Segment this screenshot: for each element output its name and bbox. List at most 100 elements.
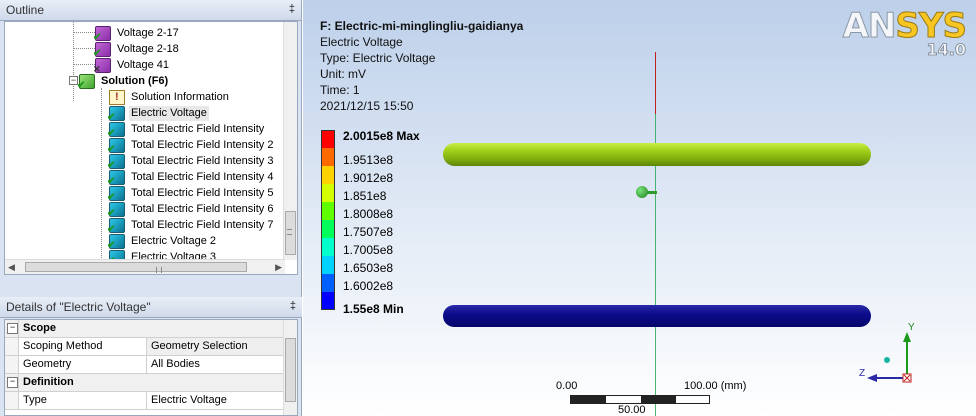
voltage-load-icon: ✕ — [93, 57, 111, 74]
legend-label: 1.7507e8 — [343, 225, 394, 239]
outline-header: Outline ‡ — [0, 0, 301, 21]
scrollbar-thumb[interactable] — [25, 262, 247, 273]
scale-bar: 0.00 100.00 (mm) 50.00 — [556, 380, 746, 416]
field-value[interactable]: Electric Voltage — [147, 392, 285, 409]
legend-label: 1.9513e8 — [343, 153, 394, 167]
result-icon: ✔ — [107, 185, 125, 203]
section-definition[interactable]: Definition — [5, 374, 285, 392]
details-header-wrap: Details of "Electric Voltage" ‡ — [0, 297, 302, 318]
scale-left-label: 0.00 — [556, 380, 578, 392]
analysis-title: F: Electric-mi-minglingliu-gaidianya — [320, 19, 524, 33]
tree-connector — [73, 64, 95, 65]
tree-item[interactable]: ✔ Voltage 2-17 — [93, 25, 181, 43]
scrollbar-grip-icon — [287, 229, 292, 235]
collapse-icon[interactable] — [5, 374, 19, 391]
legend-swatch — [321, 274, 335, 292]
ansys-logo: ANSYS 14.0 — [842, 6, 967, 60]
legend-swatch — [321, 220, 335, 238]
tree-item[interactable]: ✔ Total Electric Field Intensity 3 — [107, 153, 275, 171]
lower-conductor[interactable] — [443, 305, 871, 327]
legend-label: 1.851e8 — [343, 189, 387, 203]
field-label: Geometry — [19, 356, 147, 373]
details-title: Details of "Electric Voltage" — [6, 300, 151, 314]
upper-conductor[interactable] — [443, 143, 871, 166]
solution-icon: ✔ — [77, 73, 95, 91]
legend-swatch — [321, 184, 335, 202]
legend-swatch — [321, 256, 335, 274]
scroll-right-icon[interactable]: ▶ — [275, 262, 282, 273]
result-icon: ✔ — [107, 201, 125, 219]
outline-tree-panel: − ✔ Voltage 2-17 ✔ Voltage 2-18 ✕ Voltage 41 ✔… — [4, 21, 298, 275]
result-icon: ✔ — [107, 121, 125, 139]
graphics-viewport[interactable]: F: Electric-mi-minglingliu-gaidianya Ele… — [303, 0, 976, 416]
field-value[interactable]: Geometry Selection — [147, 338, 285, 355]
tree-item[interactable]: Solution Information — [109, 89, 231, 105]
tree-item[interactable]: ✔ Total Electric Field Intensity — [107, 121, 266, 139]
logo-ans: AN — [842, 6, 897, 47]
tree-item[interactable]: ✕ Voltage 41 — [93, 57, 171, 74]
legend-swatch — [321, 292, 335, 310]
legend-swatch — [321, 202, 335, 220]
pin-icon[interactable]: ‡ — [289, 3, 295, 15]
field-label: Scoping Method — [19, 338, 147, 355]
tree-item-label: Total Electric Field Intensity 5 — [131, 186, 274, 199]
scroll-left-icon[interactable]: ◀ — [8, 262, 15, 273]
result-icon: ✔ — [107, 105, 125, 123]
legend-label: 1.55e8 Min — [343, 302, 404, 316]
details-row-type[interactable]: Type Electric Voltage — [5, 392, 285, 410]
collapse-icon[interactable] — [5, 320, 19, 337]
result-icon: ✔ — [107, 153, 125, 171]
details-row-geometry[interactable]: Geometry All Bodies — [5, 356, 285, 374]
voltage-load-icon: ✔ — [93, 41, 111, 59]
details-row-scoping-method[interactable]: Scoping Method Geometry Selection — [5, 338, 285, 356]
triad-z-label: Z — [859, 368, 866, 379]
legend-label: 1.6002e8 — [343, 279, 394, 293]
details-header: Details of "Electric Voltage" ‡ — [0, 297, 302, 318]
legend-swatch — [321, 148, 335, 166]
tree-item-label: Solution Information — [131, 90, 229, 103]
scale-bar-ruler — [570, 395, 710, 404]
left-panel: Outline ‡ − ✔ Voltage 2-17 ✔ Voltage 2-18 ✕ V… — [0, 0, 302, 416]
pin-icon[interactable]: ‡ — [290, 300, 296, 312]
probe-point[interactable] — [636, 186, 648, 198]
tree-item-label: Total Electric Field Intensity 4 — [131, 170, 274, 183]
tree-item[interactable]: ✔ Total Electric Field Intensity 7 — [107, 217, 275, 235]
tree-connector — [73, 22, 74, 101]
triad-arrows-icon — [867, 332, 912, 383]
details-vertical-scrollbar[interactable] — [283, 320, 297, 415]
field-value[interactable]: All Bodies — [147, 356, 285, 373]
tree-connector — [73, 48, 95, 49]
scale-right-label: 100.00 (mm) — [684, 380, 747, 392]
details-grid: Scope Scoping Method Geometry Selection … — [4, 319, 298, 416]
tree-item-label: Total Electric Field Intensity — [131, 122, 265, 135]
tree-item[interactable]: ✔ Voltage 2-18 — [93, 41, 181, 59]
legend-label: 1.8008e8 — [343, 207, 394, 221]
outline-horizontal-scrollbar[interactable]: ◀ ▶ — [5, 259, 285, 274]
tree-item[interactable]: ✔ Total Electric Field Intensity 4 — [107, 169, 275, 187]
tree-item-label: Voltage 41 — [117, 58, 169, 71]
tree-item[interactable]: ✔ Total Electric Field Intensity 6 — [107, 201, 275, 219]
scrollbar-thumb[interactable] — [285, 338, 296, 402]
outline-vertical-scrollbar[interactable] — [283, 22, 297, 260]
tree-connector — [73, 32, 95, 33]
outline-tree[interactable]: − ✔ Voltage 2-17 ✔ Voltage 2-18 ✕ Voltage 41 ✔… — [5, 22, 285, 260]
legend-label: 1.6503e8 — [343, 261, 394, 275]
legend-label: 1.7005e8 — [343, 243, 394, 257]
scale-mid-label: 50.00 — [618, 404, 646, 416]
tree-item[interactable]: ✔ Electric Voltage — [107, 105, 209, 123]
result-icon: ✔ — [107, 233, 125, 251]
result-type: Type: Electric Voltage — [320, 51, 436, 65]
legend-label: 1.9012e8 — [343, 171, 394, 185]
tree-item[interactable]: ✔ Solution (F6) — [77, 73, 170, 91]
tree-item[interactable]: ✔ Electric Voltage 2 — [107, 233, 218, 251]
tree-item[interactable]: ✔ Total Electric Field Intensity 2 — [107, 137, 275, 155]
result-icon: ✔ — [107, 217, 125, 235]
axis-line-red — [655, 52, 656, 114]
result-time: Time: 1 — [320, 83, 360, 97]
legend-swatch — [321, 238, 335, 256]
section-scope[interactable]: Scope — [5, 320, 285, 338]
legend-swatch — [321, 130, 335, 148]
tree-item[interactable]: ✔ Total Electric Field Intensity 5 — [107, 185, 275, 203]
axis-triad[interactable]: Y Z — [851, 318, 941, 398]
section-label: Definition — [19, 374, 285, 391]
